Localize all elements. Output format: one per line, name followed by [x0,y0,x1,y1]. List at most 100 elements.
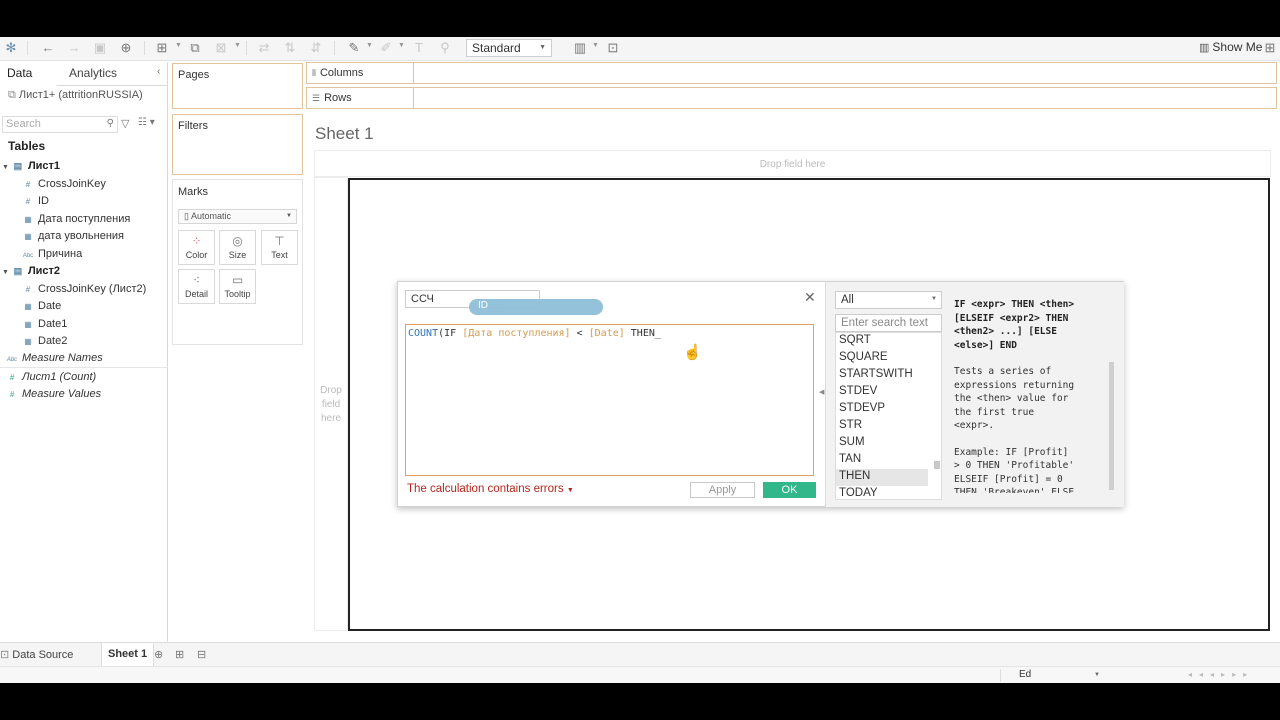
chevron-down-icon: ▼ [931,296,937,302]
function-list[interactable]: SQRT SQUARE STARTSWITH STDEV STDEVP STR … [835,332,942,500]
drop-zone-top[interactable]: Drop field here [314,150,1271,177]
field-hire-date[interactable]: ▦ Дата поступления [22,213,130,225]
function-description: Tests a series of expressions returning … [954,366,1075,431]
calc-error-message[interactable]: The calculation contains errors ▼ [407,483,574,495]
tab-data[interactable]: Data [7,66,32,80]
field-crossjoinkey-list2[interactable]: # CrossJoinKey (Лист2) [22,283,147,295]
detail-button[interactable]: ⁖ Detail [178,269,215,304]
add-datasource-icon[interactable]: ⊕ [118,40,134,56]
sort-desc-icon[interactable]: ⇵ [308,40,324,56]
field-search-input[interactable]: Search ⚲ [2,116,118,133]
close-icon[interactable]: ✕ [804,289,816,306]
save-icon[interactable]: ▣ [92,40,108,56]
apply-button[interactable]: Apply [690,482,755,498]
calendar-icon: ▦ [24,215,32,224]
drop-zone-left-label: Drop field here [320,385,342,424]
function-help: IF <expr> THEN <then> [ELSEIF <expr2> TH… [954,298,1104,493]
collapse-panel-icon[interactable]: ◀ [819,388,824,396]
tab-analytics[interactable]: Analytics [69,66,117,80]
field-reason[interactable]: Abc Причина [22,248,82,260]
field-termination-date[interactable]: ▦ дата увольнения [22,230,124,242]
clear-icon[interactable]: ⊠ [213,40,229,56]
drop-zone-left[interactable]: Drop field here [314,177,348,631]
text-button[interactable]: ⊤ Text [261,230,298,265]
chevron-down-icon[interactable]: ▼ [234,42,241,49]
collapse-icon[interactable]: ‹ [157,66,160,77]
expand-icon[interactable]: ⊞ [1262,40,1278,56]
redo-icon[interactable]: → [66,40,82,56]
function-list-scrollbar[interactable] [934,461,940,469]
status-bar: Ed ▼ ◂◂◂▸▸▸ [0,666,1280,683]
number-icon: # [25,285,31,294]
datasource-row[interactable]: ⧉ Лист1+ (attritionRUSSIA) [8,89,143,102]
swap-icon[interactable]: ⇄ [256,40,272,56]
ok-button[interactable]: OK [763,482,816,498]
function-item[interactable]: TODAY [836,486,928,499]
tableau-window: ✻ ← → ▣ ⊕ ⊞ ▼ ⧉ ⊠ ▼ ⇄ ⇅ ⇵ ✎ ▼ ✐ ▼ T ⚲ St… [0,37,1280,683]
function-search-input[interactable]: Enter search text [835,314,942,332]
new-sheet-icon[interactable]: ⊞ [154,40,170,56]
fit-select[interactable]: Standard ▼ [466,39,552,57]
chevron-down-icon: ▼ [566,487,574,494]
mark-type-select[interactable]: ▯ Automatic ▼ [178,209,297,224]
filters-shelf[interactable]: Filters [172,114,303,175]
function-item[interactable]: SQUARE [836,350,928,367]
field-count[interactable]: # Лист1 (Count) [6,371,96,383]
tableau-logo-icon[interactable]: ✻ [3,40,19,56]
field-date1[interactable]: ▦ Date1 [22,318,67,330]
columns-shelf[interactable]: ⦀ Columns [306,62,1277,84]
table-item-list2[interactable]: ▼ ▤ Лист2 [2,265,60,277]
sheet-navigation-icons[interactable]: ◂◂◂▸▸▸ [1188,670,1254,679]
field-measure-names[interactable]: Abc Measure Names [6,352,103,364]
filters-label: Filters [178,120,208,132]
field-date[interactable]: ▦ Date [22,300,61,312]
sort-asc-icon[interactable]: ⇅ [282,40,298,56]
function-item[interactable]: SQRT [836,333,928,350]
chevron-down-icon[interactable]: ▼ [366,42,373,49]
user-menu[interactable]: Ed ▼ [1000,669,1103,682]
chevron-down-icon[interactable]: ▼ [175,42,182,49]
duplicate-icon[interactable]: ⧉ [187,40,203,56]
function-item-selected[interactable]: THEN [836,469,928,486]
new-story-icon[interactable]: ⊟ [197,648,206,661]
size-button[interactable]: ◎ Size [219,230,256,265]
rows-shelf[interactable]: ☰ Rows [306,87,1277,109]
code-text: (IF [438,328,463,339]
view-options-icon[interactable]: ☷ ▾ [138,117,155,128]
color-button[interactable]: ⁘ Color [178,230,215,265]
new-worksheet-icon[interactable]: ⊕ [154,648,163,661]
fix-axes-icon[interactable]: ⚲ [437,40,453,56]
field-crossjoinkey[interactable]: # CrossJoinKey [22,178,106,190]
function-item[interactable]: STDEVP [836,401,928,418]
chevron-down-icon[interactable]: ▼ [592,42,599,49]
new-dashboard-icon[interactable]: ⊞ [175,648,184,661]
field-id[interactable]: # ID [22,195,49,207]
calc-formula-editor[interactable]: COUNT(IF [Дата поступления] < [Date] THE… [405,324,814,476]
filter-icon[interactable]: ▽ [121,117,129,130]
function-item[interactable]: STR [836,418,928,435]
pages-shelf[interactable]: Pages [172,63,303,109]
table-item-list1[interactable]: ▼ ▤ Лист1 [2,160,60,172]
drag-pill-id[interactable]: ID [469,299,603,315]
function-item[interactable]: STARTSWITH [836,367,928,384]
show-me-button[interactable]: ▥ Show Me [1199,40,1262,54]
help-scrollbar[interactable] [1109,362,1114,490]
data-source-tab[interactable]: ⊡ Data Source [0,648,73,661]
sheet-title[interactable]: Sheet 1 [315,124,374,144]
presentation-icon[interactable]: ⊡ [605,40,621,56]
tooltip-button[interactable]: ▭ Tooltip [219,269,256,304]
function-category-value: All [841,294,854,306]
field-date2[interactable]: ▦ Date2 [22,335,67,347]
chevron-down-icon[interactable]: ▼ [398,42,405,49]
field-measure-values[interactable]: # Measure Values [6,388,101,400]
tab-sheet-1[interactable]: Sheet 1 [101,643,155,667]
group-icon[interactable]: ✐ [378,40,394,56]
chart-icon[interactable]: ▥ [572,40,588,56]
function-item[interactable]: STDEV [836,384,928,401]
undo-icon[interactable]: ← [40,40,56,56]
function-category-select[interactable]: All ▼ [835,291,942,309]
labels-icon[interactable]: T [411,40,427,56]
highlight-icon[interactable]: ✎ [346,40,362,56]
function-item[interactable]: TAN [836,452,928,469]
function-item[interactable]: SUM [836,435,928,452]
